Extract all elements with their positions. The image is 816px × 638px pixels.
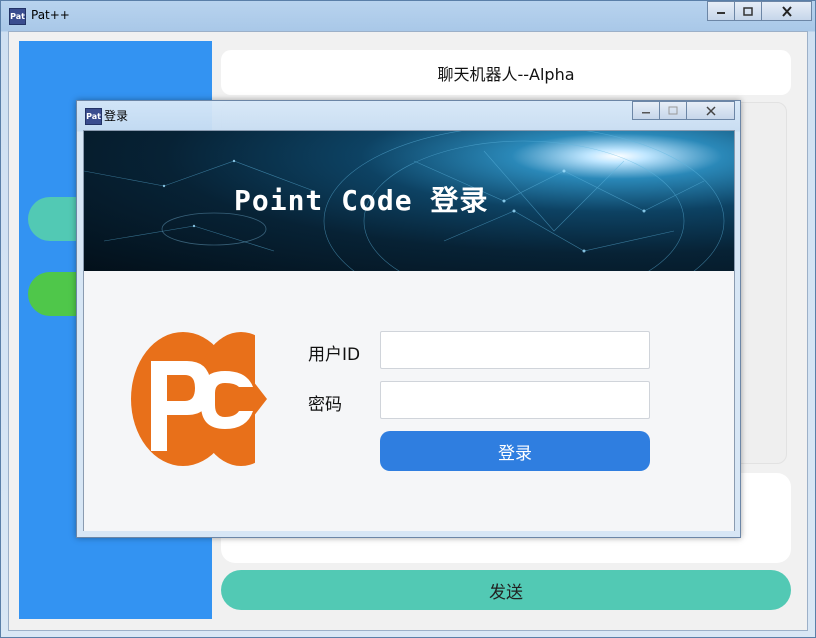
- maximize-icon: [743, 6, 753, 16]
- login-button[interactable]: 登录: [380, 431, 650, 471]
- login-form: 用户ID 密码 登录: [84, 271, 734, 531]
- minimize-icon: [642, 111, 650, 113]
- app-icon: Pat: [9, 8, 26, 25]
- login-titlebar[interactable]: Pat 登录: [77, 101, 740, 130]
- caption-buttons: [707, 1, 812, 21]
- dialog-minimize-button[interactable]: [632, 101, 660, 120]
- user-id-input[interactable]: [380, 331, 650, 369]
- close-icon: [781, 5, 792, 17]
- maximize-icon: [668, 106, 678, 115]
- login-dialog-title: 登录: [104, 109, 129, 123]
- password-input[interactable]: [380, 381, 650, 419]
- point-code-logo: [131, 331, 269, 471]
- dialog-caption-buttons: [632, 101, 735, 121]
- close-icon: [705, 105, 716, 116]
- login-dialog-body: Point Code 登录 用户ID 密码 登录: [83, 130, 735, 531]
- send-button[interactable]: 发送: [221, 570, 791, 610]
- main-titlebar[interactable]: Pat Pat++: [1, 1, 815, 31]
- dialog-app-icon: Pat: [85, 108, 102, 125]
- close-button[interactable]: [762, 1, 812, 21]
- login-dialog: Pat 登录 Point Code 登录 用户ID 密码 登录: [76, 100, 741, 538]
- banner-title: Point Code 登录: [234, 184, 489, 217]
- dialog-close-button[interactable]: [687, 101, 735, 120]
- login-banner: Point Code 登录: [84, 131, 734, 271]
- user-id-label: 用户ID: [308, 345, 361, 365]
- window-title: Pat++: [31, 8, 70, 22]
- minimize-button[interactable]: [707, 1, 735, 21]
- password-label: 密码: [308, 395, 342, 415]
- chat-title: 聊天机器人--Alpha: [221, 50, 791, 95]
- minimize-icon: [717, 12, 725, 14]
- maximize-button[interactable]: [735, 1, 762, 21]
- dialog-maximize-button[interactable]: [660, 101, 687, 120]
